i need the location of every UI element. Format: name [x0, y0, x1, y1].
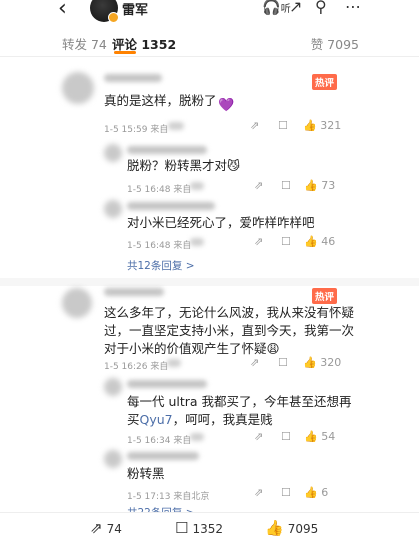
- comment-meta: 1-5 15:59 来自: [104, 125, 169, 135]
- commenter-name[interactable]: [104, 74, 162, 82]
- username[interactable]: 雷军: [122, 0, 148, 18]
- thumbs-up-icon: 👍: [304, 235, 318, 248]
- reply-avatar[interactable]: [104, 450, 122, 468]
- thumbs-up-icon: 👍: [304, 179, 318, 192]
- comment-icon: ☐: [175, 519, 189, 537]
- thumbs-up-icon: 👍: [303, 356, 317, 369]
- commenter-name[interactable]: [104, 288, 164, 296]
- commenter-avatar[interactable]: [62, 288, 92, 318]
- like-button[interactable]: 👍 46: [304, 235, 335, 248]
- tab-repost[interactable]: 转发 74: [62, 34, 107, 53]
- like-count: 6: [321, 486, 329, 499]
- like-count: 54: [321, 430, 336, 443]
- reply-meta: 1-5 16:48 来自: [127, 241, 192, 251]
- comment-separator: [0, 278, 419, 286]
- share-icon[interactable]: ⇗: [250, 356, 259, 369]
- comment-icon[interactable]: ☐: [278, 119, 288, 132]
- like-button[interactable]: 👍 320: [303, 356, 341, 369]
- comment-icon[interactable]: ☐: [281, 179, 291, 192]
- reply-text: 对小米已经死心了，爱咋样咋样吧: [127, 215, 315, 230]
- reply-meta: 1-5 17:13 来自北京: [127, 492, 210, 502]
- share-icon[interactable]: ⇗: [250, 119, 259, 132]
- active-tab-indicator: [114, 51, 136, 54]
- reply-avatar[interactable]: [104, 378, 122, 396]
- share-icon[interactable]: ⇗: [254, 486, 263, 499]
- divider: [0, 56, 419, 57]
- location-blurred: [190, 182, 204, 190]
- thumbs-up-icon: 👍: [304, 486, 318, 499]
- reply-name[interactable]: [127, 146, 207, 154]
- comment-icon[interactable]: ☐: [281, 486, 291, 499]
- share-icon[interactable]: ⇗: [254, 179, 263, 192]
- tab-like[interactable]: 赞 7095: [311, 34, 359, 53]
- verified-badge-icon: [108, 12, 119, 23]
- like-button[interactable]: 👍 54: [304, 430, 335, 443]
- comment-button[interactable]: ☐ 1352: [175, 519, 223, 537]
- thumbs-up-icon: 👍: [304, 430, 318, 443]
- reply-text-start: 买: [127, 412, 140, 427]
- like-count: 7095: [287, 522, 319, 536]
- share-icon[interactable]: ⇗: [254, 430, 263, 443]
- more-replies-link[interactable]: 共12条回复 >: [127, 258, 195, 273]
- like-count: 320: [320, 356, 342, 369]
- tab-bar: 转发 74 评论 1352 赞 7095: [0, 28, 419, 56]
- comment-icon[interactable]: ☐: [278, 356, 288, 369]
- mention-link[interactable]: Qyu7: [140, 412, 173, 427]
- reply-text-line-1: 每一代 ultra 我都买了，今年甚至还想再: [127, 394, 352, 409]
- comment-text: 真的是这样，脱粉了: [104, 93, 217, 108]
- hot-badge: 热评: [312, 74, 338, 90]
- reply-name[interactable]: [127, 452, 199, 460]
- more-icon[interactable]: ⋯: [345, 0, 361, 16]
- search-icon[interactable]: ⚲: [315, 0, 327, 16]
- headphones-icon: 🎧: [262, 0, 281, 16]
- reply-avatar[interactable]: [104, 144, 122, 162]
- repost-button[interactable]: ⇗ 74: [90, 519, 122, 537]
- hot-badge: 热评: [312, 288, 338, 304]
- repost-count: 74: [106, 522, 122, 536]
- reply-name[interactable]: [127, 202, 215, 210]
- listen-button[interactable]: 🎧听: [262, 0, 291, 16]
- like-button[interactable]: 👍 7095: [265, 519, 318, 537]
- location-blurred: [190, 433, 204, 441]
- like-count: 321: [320, 119, 342, 132]
- reply-text: 粉转黑: [127, 466, 165, 481]
- thumbs-up-icon: 👍: [303, 119, 317, 132]
- reply-avatar[interactable]: [104, 200, 122, 218]
- like-button[interactable]: 👍 73: [304, 179, 335, 192]
- reply-name[interactable]: [127, 380, 207, 388]
- reply-text-line-2: 买Qyu7，呵呵，我真是贱: [127, 411, 273, 429]
- bottom-action-bar: ⇗ 74 ☐ 1352 👍 7095: [0, 512, 419, 545]
- heart-emoji-icon: 💜: [218, 98, 235, 113]
- reply-text: 脱粉？粉转黑才对😼: [127, 158, 241, 173]
- commenter-avatar[interactable]: [62, 72, 94, 104]
- reply-text-end: ，呵呵，我真是贱: [172, 412, 273, 427]
- repost-icon: ⇗: [90, 519, 103, 537]
- like-button[interactable]: 👍 6: [304, 486, 328, 499]
- comment-icon[interactable]: ☐: [281, 430, 291, 443]
- comment-meta: 1-5 16:26 来自: [104, 362, 169, 372]
- comment-icon[interactable]: ☐: [281, 235, 291, 248]
- reply-meta: 1-5 16:34 来自: [127, 436, 192, 446]
- comment-count: 1352: [192, 522, 223, 536]
- like-count: 46: [321, 235, 336, 248]
- reply-meta: 1-5 16:48 来自: [127, 185, 192, 195]
- share-icon[interactable]: ↗: [289, 0, 302, 16]
- location-blurred: [168, 122, 184, 130]
- location-blurred: [190, 238, 204, 246]
- like-count: 73: [321, 179, 336, 192]
- comment-text-line-2: 过，一直坚定支持小米，直到今天，我第一次: [104, 323, 355, 338]
- like-button[interactable]: 👍 321: [303, 119, 341, 132]
- comment-text-line-1: 这么多年了，无论什么风波，我从来没有怀疑: [104, 305, 355, 320]
- share-icon[interactable]: ⇗: [254, 235, 263, 248]
- thumbs-up-icon: 👍: [265, 519, 284, 537]
- location-blurred: [167, 359, 181, 367]
- back-icon[interactable]: ‹: [58, 0, 67, 21]
